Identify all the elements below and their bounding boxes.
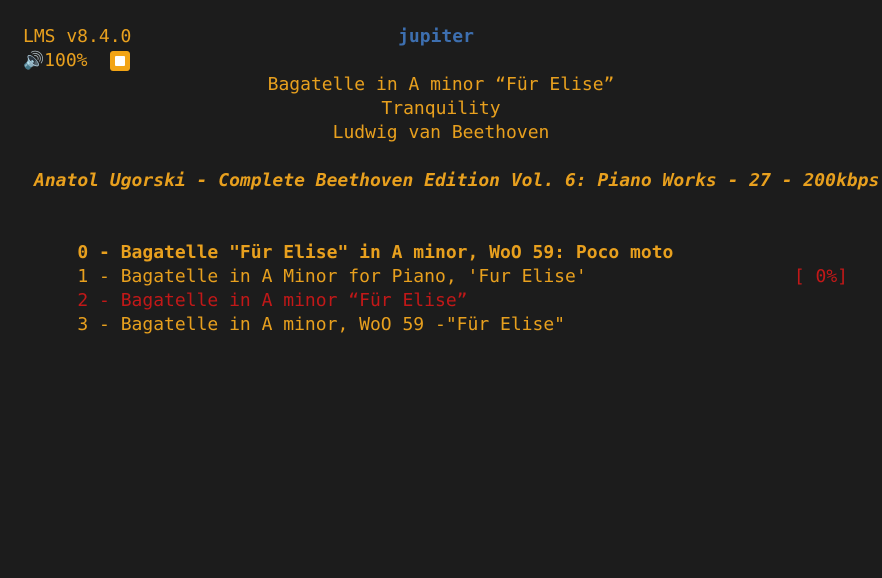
speaker-icon[interactable]: 🔊: [23, 49, 44, 73]
status-row: 🔊 100%: [23, 49, 130, 73]
track-item[interactable]: 1 - Bagatelle in A Minor for Piano, 'Fur…: [34, 241, 854, 287]
track-label: 3 - Bagatelle in A minor, WoO 59 -"Für E…: [77, 314, 566, 335]
volume-level: 100%: [44, 50, 88, 71]
track-progress: [ 0%]: [793, 266, 848, 287]
track-item[interactable]: 3 - Bagatelle in A minor, WoO 59 -"Für E…: [34, 289, 854, 335]
album-header: Anatol Ugorski - Complete Beethoven Edit…: [34, 170, 880, 191]
stop-icon[interactable]: [109, 51, 130, 71]
now-playing-title: Bagatelle in A minor “Für Elise”: [267, 74, 615, 95]
track-item-playing[interactable]: 2 - Bagatelle in A minor “Für Elise” [ 0…: [34, 265, 854, 311]
now-playing-album: Tranquility: [381, 98, 501, 119]
track-item[interactable]: 0 - Bagatelle "Für Elise" in A minor, Wo…: [34, 217, 854, 263]
now-playing-artist: Ludwig van Beethoven: [332, 122, 550, 143]
track-list: 0 - Bagatelle "Für Elise" in A minor, Wo…: [34, 217, 854, 335]
hostname: jupiter: [398, 26, 474, 47]
